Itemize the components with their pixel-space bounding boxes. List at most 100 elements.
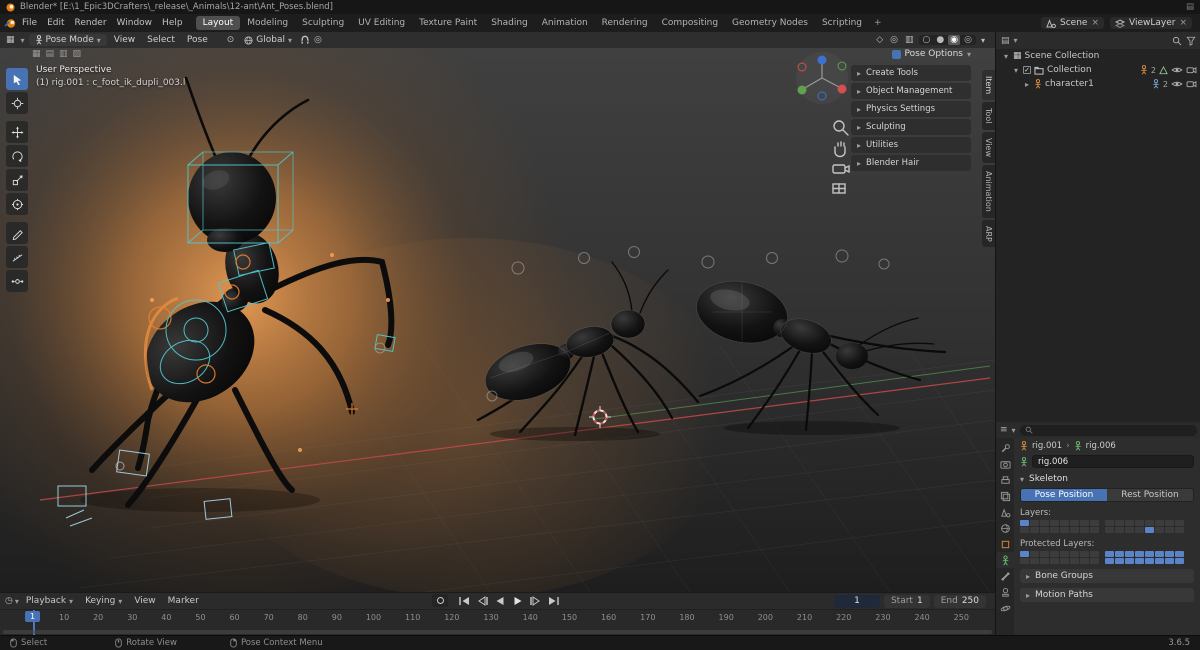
layer-toggle[interactable] [1020,558,1029,564]
playback-menu[interactable]: Playback ▾ [21,596,78,606]
eye-visibility-icon[interactable] [1171,80,1183,88]
view-menu[interactable]: View [109,35,140,45]
properties-tab-object-data[interactable] [996,552,1014,568]
shading-options-caret[interactable]: ▾ [979,36,987,45]
layer-toggle[interactable] [1040,520,1049,526]
camera-render-icon[interactable] [1186,66,1197,74]
layer-toggle[interactable] [1080,558,1089,564]
properties-tab-view-layer[interactable] [996,488,1014,504]
layer-toggle[interactable] [1145,558,1154,564]
viewlayer-selector[interactable]: ViewLayer × [1110,17,1192,29]
properties-tab-object[interactable] [996,536,1014,552]
layer-toggle[interactable] [1070,551,1079,557]
layer-toggle[interactable] [1090,527,1099,533]
menu-help[interactable]: Help [157,17,188,29]
layer-toggle[interactable] [1135,551,1144,557]
viewport-3d[interactable]: User Perspective (1) rig.001 : c_foot_ik… [0,48,995,592]
filter-icon[interactable] [1186,36,1196,46]
viewport-canvas[interactable] [0,48,995,592]
pose-options-dropdown[interactable]: Pose Options ▾ [891,49,971,59]
shading-rendered-icon[interactable]: ◎ [962,35,974,45]
layer-toggle[interactable] [1105,558,1114,564]
layer-toggle[interactable] [1050,527,1059,533]
prev-keyframe-button[interactable] [473,594,490,607]
navigation-gizmo[interactable] [796,52,848,104]
layer-toggle[interactable] [1155,558,1164,564]
breadcrumb-object[interactable]: rig.001 [1032,441,1062,451]
properties-tab-physics[interactable] [996,600,1014,616]
window-menu-icon[interactable]: ▤ [1186,2,1194,12]
properties-type-caret[interactable]: ▾ [1012,426,1016,435]
properties-tab-bone[interactable] [996,568,1014,584]
breadcrumb-data[interactable]: rig.006 [1086,441,1116,451]
layer-toggle[interactable] [1090,551,1099,557]
blender-logo-icon[interactable] [4,18,17,29]
properties-tab-output[interactable] [996,472,1014,488]
layer-toggle[interactable] [1125,527,1134,533]
properties-search-input[interactable] [1019,424,1197,436]
layer-toggle[interactable] [1135,520,1144,526]
sidebar-tab-view[interactable]: View [982,131,995,163]
layer-toggle[interactable] [1030,558,1039,564]
tool-rotate[interactable] [6,145,28,167]
layer-toggle[interactable] [1155,520,1164,526]
layer-toggle[interactable] [1125,520,1134,526]
play-reverse-button[interactable] [491,594,508,607]
timeline-ruler[interactable]: 1102030405060708090100110120130140150160… [0,609,995,635]
workspace-tab-modeling[interactable]: Modeling [240,16,295,30]
menu-file[interactable]: File [17,17,42,29]
sidebar-tab-arp[interactable]: ARP [982,219,995,248]
layer-toggle[interactable] [1145,551,1154,557]
layer-toggle[interactable] [1165,558,1174,564]
workspace-tab-uv-editing[interactable]: UV Editing [351,16,412,30]
unlink-scene-icon[interactable]: × [1091,18,1099,28]
layer-toggle[interactable] [1060,558,1069,564]
layer-toggle[interactable] [1105,527,1114,533]
layer-toggle[interactable] [1145,520,1154,526]
outliner-row-collection[interactable]: ▾ ✓ Collection 2 [996,63,1200,77]
workspace-tab-shading[interactable]: Shading [484,16,535,30]
layer-toggle[interactable] [1135,558,1144,564]
layer-toggle[interactable] [1060,520,1069,526]
editor-type-caret[interactable]: ▾ [19,36,27,45]
disclosure-icon[interactable]: ▾ [1012,66,1020,75]
marker-menu[interactable]: Marker [163,596,204,606]
pose-position-button[interactable]: Pose Position [1021,489,1107,501]
workspace-tab-compositing[interactable]: Compositing [655,16,725,30]
outliner-type-caret[interactable]: ▾ [1014,36,1018,45]
layer-toggle[interactable] [1165,520,1174,526]
layer-toggle[interactable] [1070,527,1079,533]
layer-toggle[interactable] [1020,551,1029,557]
workspace-tab-rendering[interactable]: Rendering [595,16,655,30]
bone-groups-panel-header[interactable]: ▸ Bone Groups [1020,569,1194,583]
properties-tab-bone-constraint[interactable] [996,584,1014,600]
shading-material-icon[interactable]: ◉ [948,35,961,45]
snap-magnet-icon[interactable] [300,35,310,45]
layer-toggle[interactable] [1050,520,1059,526]
disclosure-icon[interactable]: ▾ [1002,52,1010,61]
layer-toggle[interactable] [1040,551,1049,557]
proportional-editing-icon[interactable]: ◎ [312,35,324,45]
tool-measure[interactable] [6,246,28,268]
sidebar-tab-item[interactable]: Item [982,70,995,101]
start-frame-field[interactable]: Start 1 [883,594,930,608]
layer-toggle[interactable] [1060,527,1069,533]
scene-selector[interactable]: Scene × [1041,17,1104,29]
tool-settings-icon-3[interactable]: ▥ [59,49,68,59]
search-icon[interactable] [1172,36,1182,46]
overlays-icon[interactable]: ◎ [888,35,900,45]
mode-selector[interactable]: Pose Mode ▾ [28,34,107,46]
layer-toggle[interactable] [1105,520,1114,526]
tool-settings-icon-2[interactable]: ▤ [46,49,55,59]
shading-solid-icon[interactable]: ● [934,35,946,45]
workspace-tab-geometry-nodes[interactable]: Geometry Nodes [725,16,815,30]
shading-wireframe-icon[interactable]: ○ [921,35,933,45]
properties-tab-render[interactable] [996,456,1014,472]
layer-toggle[interactable] [1070,520,1079,526]
skeleton-panel-header[interactable]: ▾ Skeleton [1020,474,1194,484]
layer-toggle[interactable] [1020,527,1029,533]
layer-toggle[interactable] [1090,558,1099,564]
auto-keying-toggle[interactable] [432,594,448,607]
motion-paths-panel-header[interactable]: ▸ Motion Paths [1020,588,1194,602]
playhead-frame-badge[interactable]: 1 [25,611,41,622]
